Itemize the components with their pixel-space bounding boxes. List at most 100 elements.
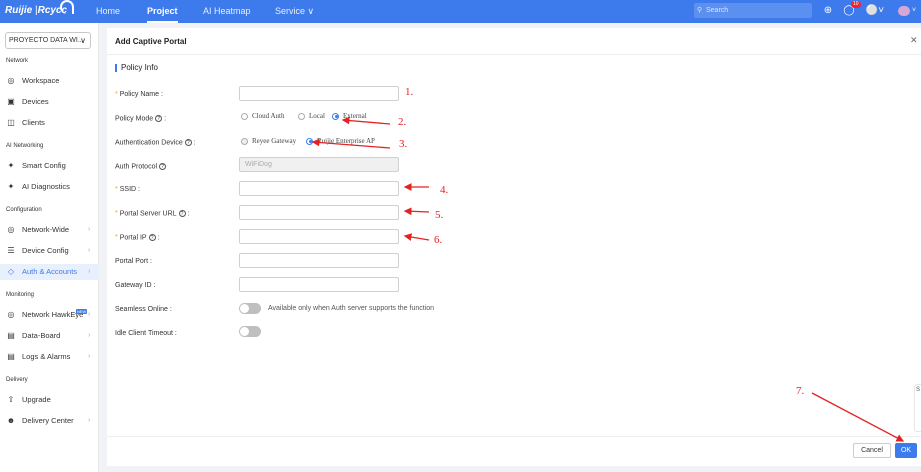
sidebar-item-network-wide[interactable]: ◎ Network-Wide › [0, 222, 99, 238]
add-icon[interactable]: ⊕ [821, 4, 835, 18]
sidebar-item-logs-alarms[interactable]: ▤ Logs & Alarms › [0, 349, 99, 365]
sidebar-item-upgrade[interactable]: ⇧ Upgrade [0, 392, 99, 408]
sidebar-item-auth-accounts[interactable]: ◇ Auth & Accounts › [0, 264, 99, 280]
section-title: Policy Info [121, 63, 158, 72]
radio-external[interactable]: External [332, 112, 367, 120]
sidebar-item-data-board[interactable]: ▤ Data-Board › [0, 328, 99, 344]
nav-service[interactable]: Service ∨ [275, 0, 314, 23]
portal-ip-input[interactable] [239, 229, 399, 244]
required-marker: * [115, 210, 118, 218]
required-marker: * [115, 91, 118, 98]
ok-button[interactable]: OK [895, 443, 917, 458]
chevron-down-icon[interactable]: ˅ [909, 4, 919, 18]
help-icon[interactable]: ? [178, 210, 186, 217]
radio-circle [332, 112, 339, 120]
globe-icon[interactable]: ⚪˅ [864, 4, 886, 18]
gateway-id-label: Gateway ID : [115, 282, 156, 289]
portal-ip-label: * Portal IP? : [115, 234, 160, 242]
captive-portal-dialog: Add Captive Portal ✕ Policy Info * Policy… [107, 28, 921, 466]
section-marker [115, 64, 117, 72]
radio-circle [298, 112, 305, 120]
annotation-4: 4. [440, 184, 449, 196]
portal-server-url-input[interactable] [239, 205, 399, 220]
sidebar-item-clients[interactable]: ◫ Clients [0, 115, 99, 131]
idle-timeout-label: Idle Client Timeout : [115, 330, 177, 337]
project-select[interactable]: PROYECTO DATA WI... ∨ [5, 32, 91, 49]
ssid-input[interactable] [239, 181, 399, 196]
radio-ruijie-enterprise-ap[interactable]: Ruijie Enterprise AP [306, 137, 375, 145]
data-board-icon: ▤ [7, 331, 15, 340]
auth-accounts-icon: ◇ [7, 267, 15, 276]
annotation-3: 3. [399, 138, 408, 150]
portal-port-label: Portal Port : [115, 258, 152, 265]
radio-reyee-gateway[interactable]: Reyee Gateway [241, 137, 296, 145]
upgrade-icon: ⇧ [7, 395, 15, 404]
search-icon: ⚲ [697, 7, 703, 14]
dialog-title: Add Captive Portal [115, 37, 187, 46]
radio-circle [306, 137, 313, 145]
nav-ai-heatmap[interactable]: AI Heatmap [203, 0, 251, 23]
idle-timeout-toggle[interactable] [239, 326, 261, 337]
annotation-2: 2. [398, 116, 407, 128]
top-bar: Ruijie |Rcycc Home Project AI Heatmap Se… [0, 0, 921, 23]
devices-icon: ▣ [7, 97, 15, 106]
annotation-1: 1. [405, 86, 414, 98]
cancel-button[interactable]: Cancel [853, 443, 891, 458]
policy-name-label: * Policy Name : [115, 91, 163, 98]
footer-divider [107, 436, 921, 437]
auth-device-label: Authentication Device? : [115, 139, 196, 147]
chevron-right-icon: › [88, 353, 91, 360]
sidebar-item-network-hawkeye[interactable]: ◎ Network HawkEye NEW › [0, 307, 99, 323]
chevron-right-icon: › [88, 332, 91, 339]
seamless-online-label: Seamless Online : [115, 306, 172, 313]
chevron-down-icon: ∨ [80, 36, 86, 45]
sidebar-item-smart-config[interactable]: ✦ Smart Config [0, 158, 99, 174]
ai-diagnostics-icon: ✦ [7, 182, 15, 191]
divider [107, 54, 921, 55]
radio-local[interactable]: Local [298, 112, 325, 120]
section-delivery: Delivery [6, 377, 28, 383]
sidebar-item-workspace[interactable]: ◎ Workspace [0, 73, 99, 89]
help-icon[interactable]: ? [148, 234, 156, 241]
policy-name-input[interactable] [239, 86, 399, 101]
gateway-id-input[interactable] [239, 277, 399, 292]
section-configuration: Configuration [6, 207, 42, 213]
brand-logo[interactable]: Ruijie |Rcycc [5, 5, 67, 16]
search-input[interactable]: ⚲ Search [694, 3, 812, 18]
network-hawkeye-icon: ◎ [7, 310, 15, 319]
sidebar-item-ai-diagnostics[interactable]: ✦ AI Diagnostics [0, 179, 99, 195]
radio-circle [241, 137, 248, 145]
seamless-online-note: Available only when Auth server supports… [268, 305, 435, 312]
sidebar-item-devices[interactable]: ▣ Devices [0, 94, 99, 110]
ssid-label: * SSID : [115, 186, 140, 193]
help-icon[interactable]: ? [184, 139, 192, 146]
floating-side-tab[interactable]: S [914, 384, 921, 432]
chevron-right-icon: › [88, 311, 91, 318]
notification-badge: 10 [851, 1, 861, 8]
sidebar-item-delivery-center[interactable]: ☻ Delivery Center › [0, 413, 99, 429]
sidebar-item-device-config[interactable]: ☰ Device Config › [0, 243, 99, 259]
clients-icon: ◫ [7, 118, 15, 127]
annotation-6: 6. [434, 234, 443, 246]
network-wide-icon: ◎ [7, 225, 15, 234]
auth-protocol-label: Auth Protocol? [115, 163, 167, 170]
radio-circle [241, 112, 248, 120]
help-icon[interactable]: ? [159, 163, 167, 170]
section-ai-networking: AI Networking [6, 143, 44, 149]
close-icon[interactable]: ✕ [910, 35, 918, 46]
nav-project[interactable]: Project [147, 0, 178, 23]
radio-cloud-auth[interactable]: Cloud Auth [241, 112, 284, 120]
required-marker: * [115, 234, 118, 242]
device-config-icon: ☰ [7, 246, 15, 255]
annotation-7: 7. [796, 385, 805, 397]
delivery-center-icon: ☻ [6, 416, 16, 425]
nav-home[interactable]: Home [96, 0, 120, 23]
portal-port-input[interactable] [239, 253, 399, 268]
required-marker: * [115, 186, 118, 193]
sidebar: PROYECTO DATA WI... ∨ Network ◎ Workspace … [0, 23, 99, 472]
logs-alarms-icon: ▤ [7, 352, 15, 361]
chevron-right-icon: › [88, 226, 91, 233]
seamless-online-toggle[interactable] [239, 303, 261, 314]
chevron-right-icon: › [88, 268, 91, 275]
help-icon[interactable]: ? [155, 115, 163, 122]
